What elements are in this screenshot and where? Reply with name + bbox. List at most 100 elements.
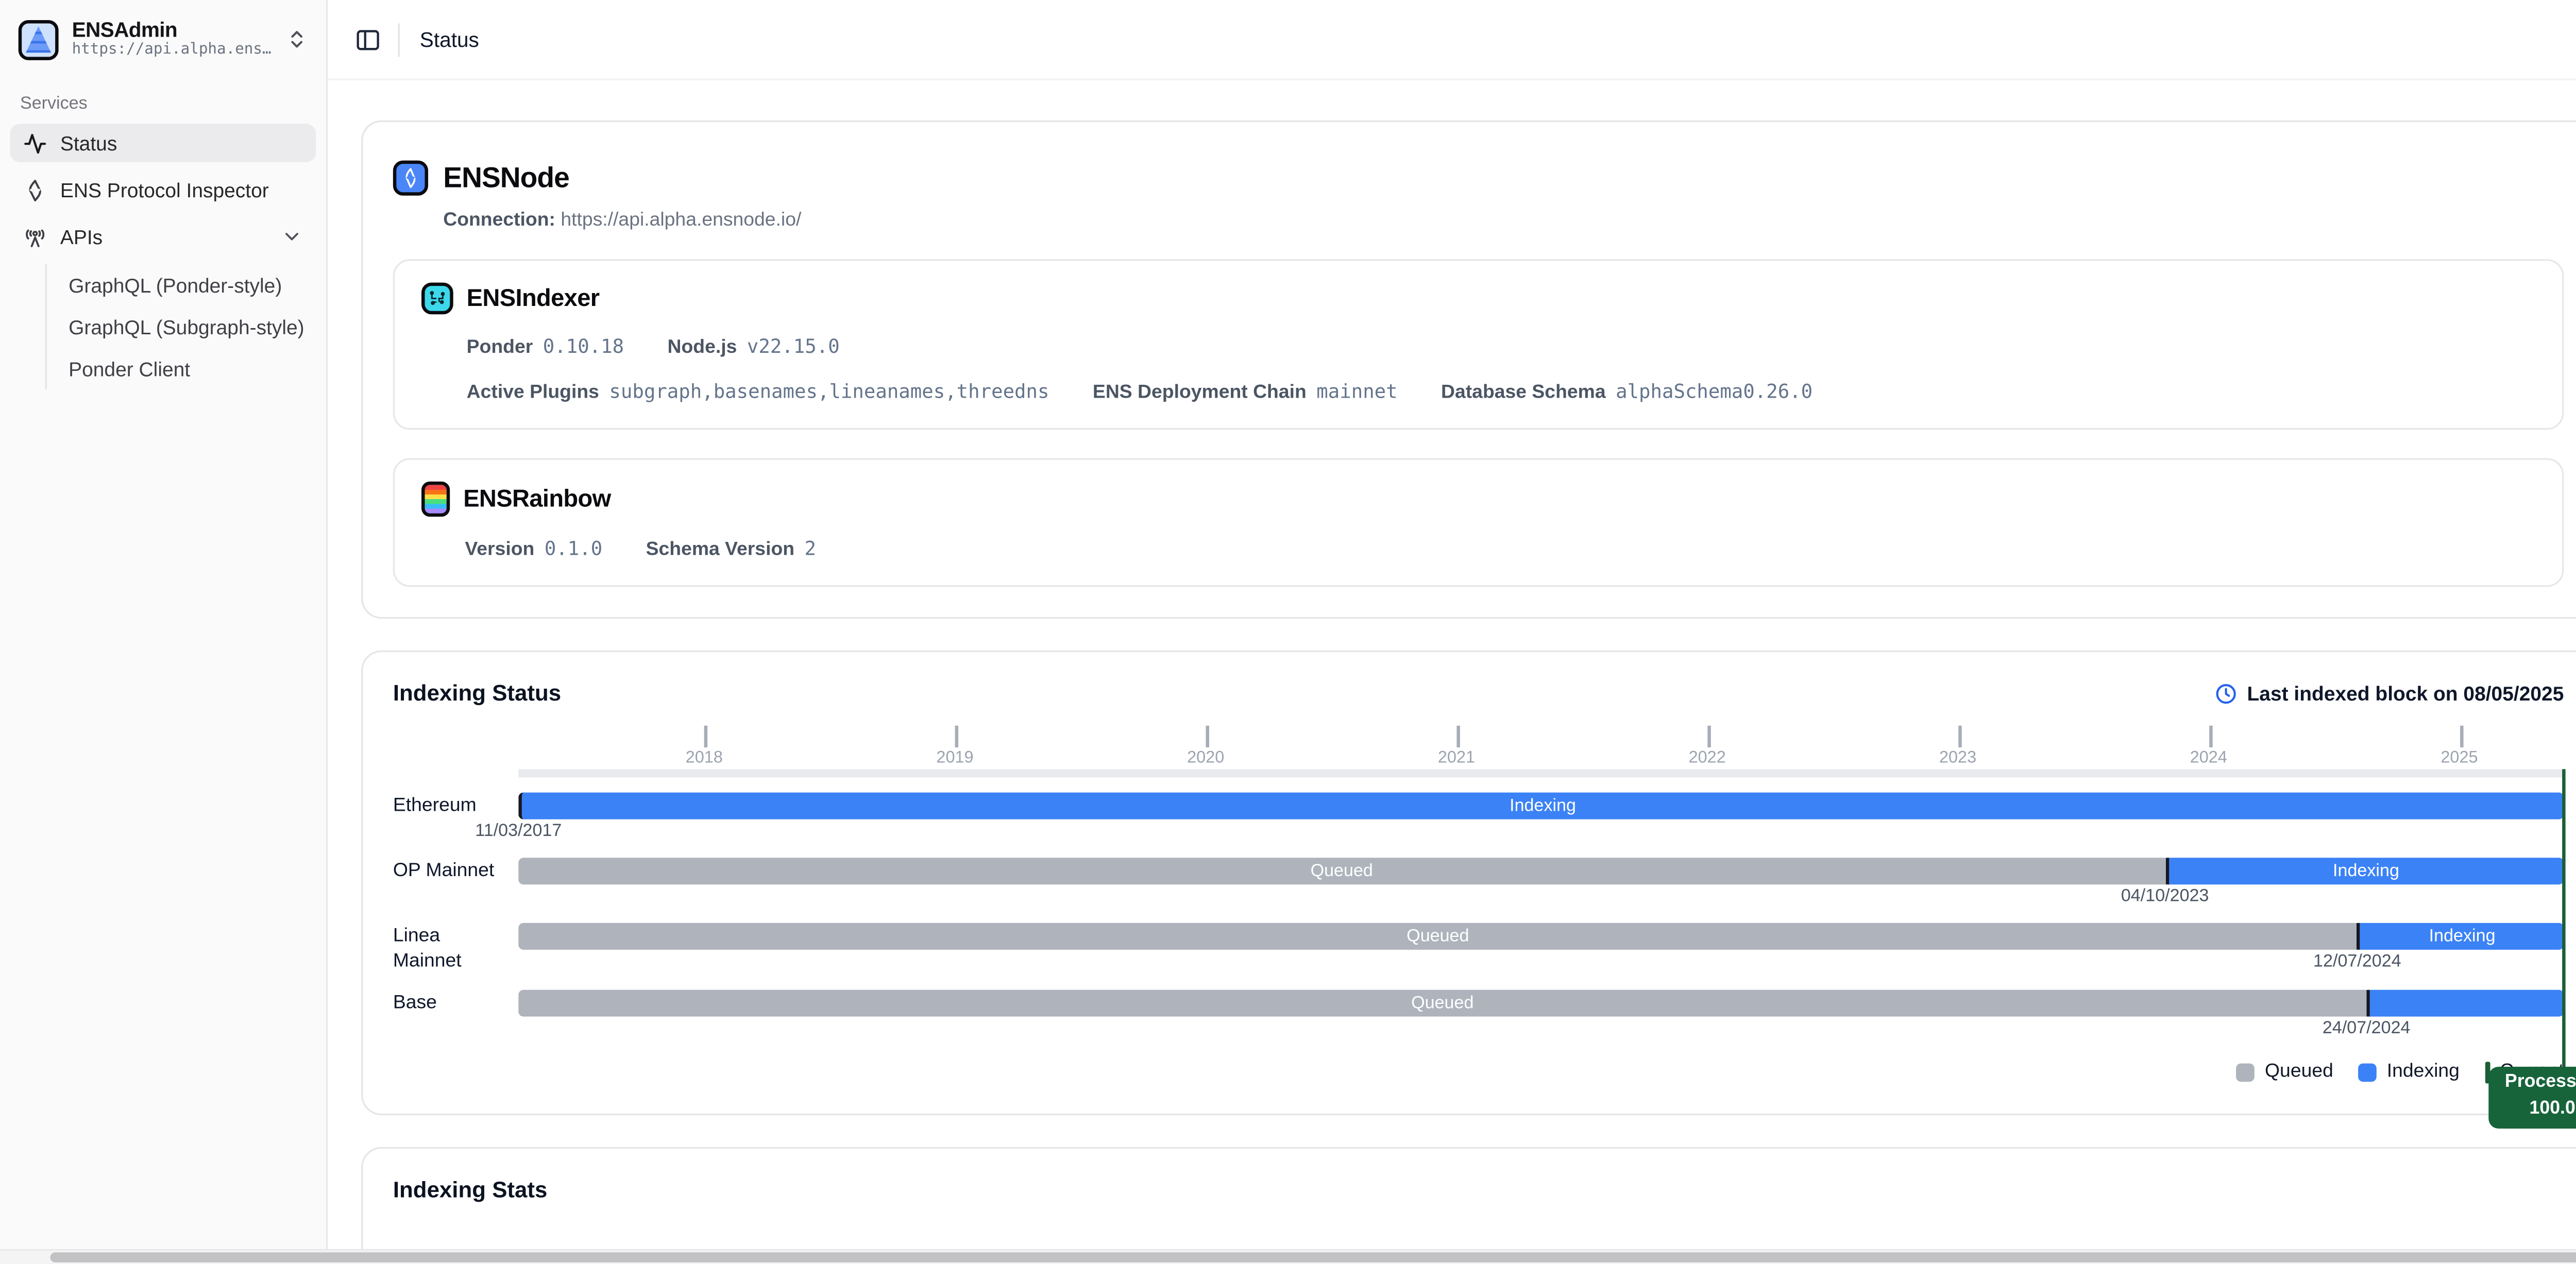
app-window: ENSAdmin https://api.alpha.ens… Services… bbox=[0, 0, 2576, 1264]
sidebar-item-label: ENS Protocol Inspector bbox=[60, 178, 269, 201]
legend-swatch bbox=[2236, 1063, 2255, 1082]
chain-label: OP Mainnet bbox=[393, 858, 518, 908]
chart-legend: QueuedIndexingCurrent bbox=[518, 1062, 2564, 1083]
app-url: https://api.alpha.ens… bbox=[72, 42, 273, 60]
axis-tick-label: 2018 bbox=[686, 749, 723, 767]
timeline-segment-indexing[interactable] bbox=[2366, 989, 2564, 1016]
ensindexer-card: ENSIndexer Ponder 0.10.18 Node.js v22.15… bbox=[393, 259, 2564, 430]
ensindexer-fields-row2: Active Plugins subgraph,basenames,linean… bbox=[467, 380, 2536, 403]
sidebar-subitem-graphql-subgraph[interactable]: GraphQL (Subgraph-style) bbox=[69, 306, 316, 348]
chart-row-base: BaseQueued24/07/2024 bbox=[393, 989, 2564, 1039]
chain-timeline: Queued24/07/2024 bbox=[518, 989, 2564, 1039]
sidebar-subitem-ponder-client[interactable]: Ponder Client bbox=[69, 348, 316, 390]
axis-tick bbox=[1707, 726, 1710, 747]
radio-tower-icon bbox=[23, 225, 46, 248]
ensnode-title: ENSNode bbox=[443, 161, 569, 195]
ensrainbow-title: ENSRainbow bbox=[463, 486, 611, 513]
field: ENS Deployment Chain mainnet bbox=[1093, 380, 1398, 403]
segment-label: Indexing bbox=[2333, 861, 2399, 881]
ensnode-icon bbox=[393, 161, 428, 196]
field-label: Database Schema bbox=[1441, 383, 1606, 403]
sidebar-toggle-icon[interactable] bbox=[354, 26, 381, 53]
segment-date: 24/07/2024 bbox=[2323, 1018, 2411, 1038]
field: Schema Version 2 bbox=[646, 537, 816, 560]
chart-row-op-mainnet: OP Mainnet Queued Indexing 04/10/2023 bbox=[393, 858, 2564, 908]
ensnode-header: ENSNode bbox=[393, 161, 2564, 196]
indexing-status-title: Indexing Status bbox=[393, 680, 561, 706]
breadcrumb: Status bbox=[420, 28, 479, 51]
ensrainbow-card: ENSRainbow Version 0.1.0 Schema Version … bbox=[393, 458, 2564, 587]
horizontal-scrollbar-track[interactable] bbox=[0, 1249, 2576, 1264]
field: Ponder 0.10.18 bbox=[467, 334, 624, 357]
horizontal-scrollbar-thumb[interactable] bbox=[50, 1252, 2576, 1262]
clock-icon bbox=[2214, 681, 2237, 705]
ensindexer-header: ENSIndexer bbox=[421, 283, 2535, 315]
field: Node.js v22.15.0 bbox=[668, 334, 840, 357]
indexing-stats-card: Indexing Stats bbox=[361, 1147, 2576, 1264]
timeline-segment-queued[interactable]: Queued bbox=[518, 858, 2165, 884]
axis-tick-label: 2025 bbox=[2441, 749, 2478, 767]
segment-label: Indexing bbox=[2429, 926, 2496, 946]
app-switcher[interactable]: ENSAdmin https://api.alpha.ens… bbox=[10, 13, 316, 65]
field-value: mainnet bbox=[1316, 380, 1397, 403]
segment-date: 04/10/2023 bbox=[2121, 886, 2209, 906]
last-indexed-block: Last indexed block on 08/05/2025 bbox=[2214, 681, 2564, 705]
tooltip-line1: Processing data bbox=[2505, 1070, 2576, 1097]
field: Version 0.1.0 bbox=[465, 537, 602, 560]
segment-date: 12/07/2024 bbox=[2313, 951, 2401, 971]
field-value: alphaSchema0.26.0 bbox=[1616, 380, 1812, 403]
chain-label: Linea Mainnet bbox=[393, 923, 518, 975]
sidebar-subitem-graphql-ponder[interactable]: GraphQL (Ponder-style) bbox=[69, 264, 316, 306]
sidebar-item-ens-protocol-inspector[interactable]: ENS Protocol Inspector bbox=[10, 171, 316, 210]
sidebar-item-status[interactable]: Status bbox=[10, 124, 316, 163]
timeline-segment-indexing[interactable]: Indexing bbox=[2165, 858, 2564, 884]
app-switcher-text: ENSAdmin https://api.alpha.ens… bbox=[72, 19, 273, 61]
field-value: 0.1.0 bbox=[545, 537, 602, 560]
timeline-segment-queued[interactable]: Queued bbox=[518, 923, 2357, 950]
ensindexer-title: ENSIndexer bbox=[467, 285, 600, 312]
ensrainbow-icon bbox=[421, 482, 450, 517]
sidebar-section-label: Services bbox=[20, 94, 306, 114]
field-label: Schema Version bbox=[646, 540, 794, 560]
axis-tick bbox=[704, 726, 707, 747]
connection-label: Connection: bbox=[443, 211, 555, 231]
timeline-segment-indexing[interactable]: Indexing bbox=[2357, 923, 2564, 950]
field-label: Version bbox=[465, 540, 534, 560]
chain-timeline: Queued Indexing 04/10/2023 bbox=[518, 858, 2564, 908]
field-value: 0.10.18 bbox=[543, 334, 624, 357]
subitem-label: Ponder Client bbox=[69, 357, 190, 381]
sidebar-item-apis[interactable]: APIs bbox=[10, 218, 316, 257]
legend-label: Indexing bbox=[2387, 1063, 2460, 1083]
field-value: 2 bbox=[805, 537, 817, 560]
axis-tick bbox=[1958, 726, 1961, 747]
timeline-segment-indexing[interactable]: Indexing bbox=[518, 793, 2564, 819]
axis-tick-label: 2024 bbox=[2190, 749, 2227, 767]
axis-tick bbox=[2459, 726, 2462, 747]
axis-tick bbox=[1456, 726, 1460, 747]
topbar-divider bbox=[398, 23, 400, 56]
timeline-segment-queued[interactable]: Queued bbox=[518, 989, 2366, 1016]
field: Database Schema alphaSchema0.26.0 bbox=[1441, 380, 1812, 403]
chart-rail bbox=[518, 769, 2564, 777]
indexing-status-card: Indexing Status Last indexed block on 08… bbox=[361, 651, 2576, 1115]
field-label: Node.js bbox=[668, 338, 737, 358]
chevrons-up-down-icon bbox=[286, 28, 308, 50]
ensrainbow-fields: Version 0.1.0 Schema Version 2 bbox=[465, 537, 2535, 560]
chart-rows: EthereumIndexing11/03/2017OP MainnetQueu… bbox=[393, 793, 2564, 1040]
segment-date: 11/03/2017 bbox=[475, 821, 562, 841]
processing-tooltip: Processing data 100.0000% bbox=[2488, 1067, 2576, 1129]
field-value: subgraph,basenames,lineanames,threedns bbox=[609, 380, 1049, 403]
ens-lens-icon bbox=[23, 178, 46, 201]
chevron-down-icon bbox=[281, 226, 302, 248]
content: ENSNode Connection: https://api.alpha.en… bbox=[328, 80, 2576, 1264]
topbar: Status bbox=[328, 0, 2576, 80]
legend-label: Queued bbox=[2265, 1063, 2333, 1083]
axis-tick bbox=[1206, 726, 1209, 747]
segment-label: Queued bbox=[1311, 861, 1373, 881]
app-name: ENSAdmin bbox=[72, 19, 273, 43]
field-label: Ponder bbox=[467, 338, 533, 358]
field-value: v22.15.0 bbox=[747, 334, 840, 357]
ensadmin-logo-icon bbox=[19, 20, 59, 60]
main-area: Status ENSNode Connection: https://api.a… bbox=[328, 0, 2576, 1264]
apis-submenu: GraphQL (Ponder-style) GraphQL (Subgraph… bbox=[45, 264, 316, 389]
